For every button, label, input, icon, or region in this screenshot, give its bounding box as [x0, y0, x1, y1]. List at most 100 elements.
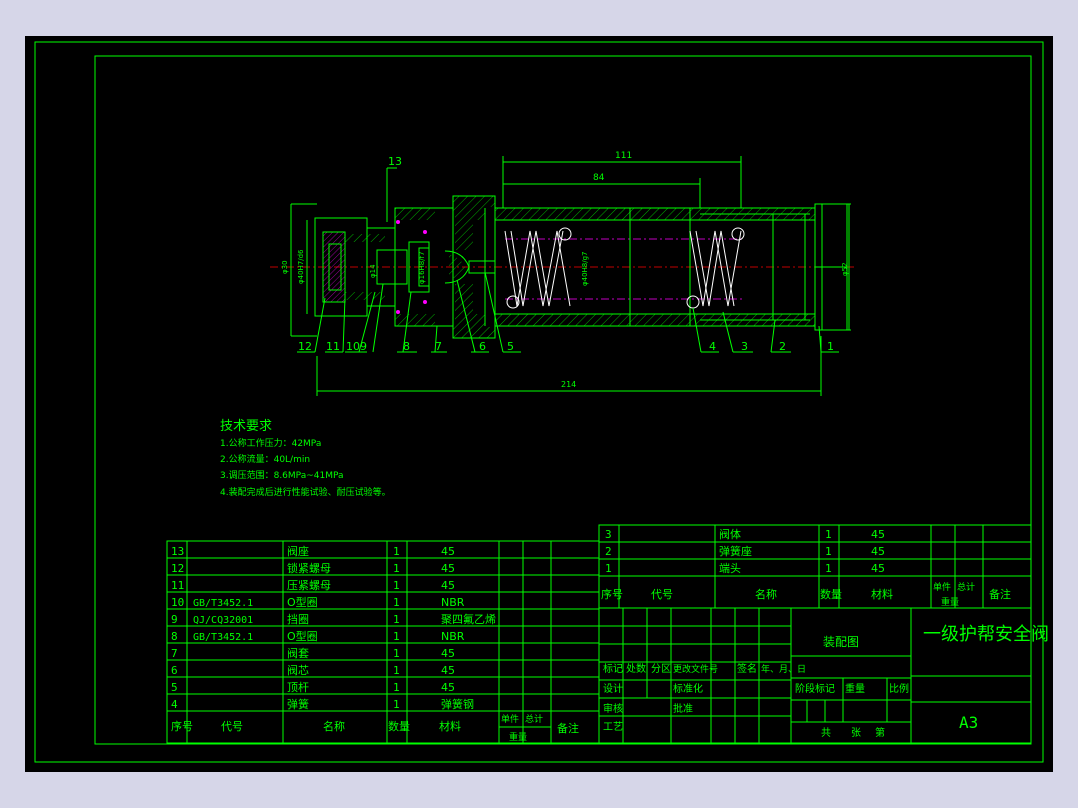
bom-row-no: 9 [171, 613, 178, 626]
balloon-13: 13 [388, 155, 402, 168]
bomr-hdr-remark: 备注 [989, 587, 1011, 601]
bom-row-material: 45 [441, 681, 455, 694]
bomr-row-material: 45 [871, 528, 885, 541]
balloon-9: 9 [360, 340, 367, 353]
tb-signature: 签名 [737, 662, 757, 675]
bom-row-no: 12 [171, 562, 184, 575]
bom-row-qty: 1 [393, 545, 400, 558]
tb-standardize: 标准化 [673, 682, 703, 695]
balloon-3: 3 [741, 340, 748, 353]
bom-row-qty: 1 [393, 681, 400, 694]
drawing-title: 一级护帮安全阀 [923, 624, 1049, 645]
bom-hdr-code: 代号 [221, 720, 243, 733]
bom-row-material: 45 [441, 545, 455, 558]
bom-row-qty: 1 [393, 562, 400, 575]
bom-left-rows: 13 阀座 1 4512 锁紧螺母 1 4511 压紧螺母 1 4510 GB/T3452.1 O型圈… [171, 544, 496, 711]
bom-row-material: 弹簧钢 [441, 697, 474, 711]
bom-row-material: 45 [441, 562, 455, 575]
bomr-row-name: 弹簧座 [719, 544, 752, 558]
bom-row-name: 弹簧 [287, 697, 309, 711]
bom-row-material: NBR [441, 596, 465, 609]
assembly-label: 装配图 [823, 635, 859, 649]
bomr-hdr-weight: 重量 [941, 596, 959, 608]
tb-approve: 批准 [673, 702, 693, 715]
balloon-1: 1 [827, 340, 834, 353]
bomr-row-no: 3 [605, 528, 612, 541]
tb-count: 处数 [626, 662, 646, 675]
bom-hdr-no: 序号 [171, 719, 193, 733]
bom-right-rows: 3 阀体 1 45 2 弹簧座 1 45 1 端头 1 45 [605, 527, 885, 575]
balloon-4: 4 [709, 340, 716, 353]
bom-row-name: 阀芯 [287, 663, 309, 677]
bom-hdr-unit: 单件 [501, 713, 519, 725]
bomr-row-name: 端头 [719, 562, 741, 575]
bom-row-no: 6 [171, 664, 178, 677]
bom-row-name: O型圈 [287, 595, 318, 609]
bom-row-name: 阀套 [287, 646, 309, 660]
bom-row-name: O型圈 [287, 629, 318, 643]
bomr-row-name: 阀体 [719, 527, 741, 541]
dim-111: 111 [615, 151, 632, 161]
tb-weight: 重量 [845, 682, 865, 695]
bom-hdr-qty: 数量 [388, 720, 410, 733]
bomr-row-material: 45 [871, 562, 885, 575]
sheet-size: A3 [959, 713, 978, 732]
bomr-row-material: 45 [871, 545, 885, 558]
tb-mark: 标记 [603, 663, 623, 675]
bom-row-no: 5 [171, 681, 178, 694]
tech-item-2: 2.公称流量：40L/min [220, 453, 310, 465]
bom-row-no: 10 [171, 596, 184, 609]
dim-dia-thread: φ40H7/d6 [297, 249, 305, 284]
bomr-row-no: 2 [605, 545, 612, 558]
dim-dia-small: φ14 [369, 264, 377, 278]
balloon-10: 10 [346, 340, 360, 353]
bom-row-material: NBR [441, 630, 465, 643]
bom-row-material: 45 [441, 647, 455, 660]
bomr-hdr-material: 材料 [871, 587, 893, 601]
bomr-hdr-qty: 数量 [820, 588, 842, 601]
bom-hdr-remark: 备注 [557, 721, 579, 735]
bom-right-header: 序号 代号 名称 数量 材料 单件 总计 重量 备注 [601, 581, 1011, 608]
title-block: 装配图 一级护帮安全阀 A3 标记 处数 分区 更改文件号 签名 年、月、日 设… [599, 608, 1049, 743]
bom-row-no: 4 [171, 698, 178, 711]
bom-row-code: GB/T3452.1 [193, 632, 253, 643]
bom-row-material: 聚四氟乙烯 [441, 613, 496, 626]
bom-row-name: 阀座 [287, 544, 309, 558]
tb-sheets: 张 [851, 727, 861, 739]
bom-row-no: 13 [171, 545, 184, 558]
dim-dia-seat: φ16H8/f7 [418, 251, 426, 284]
bom-hdr-total: 总计 [525, 713, 543, 725]
bomr-hdr-total: 总计 [957, 581, 975, 593]
balloon-7: 7 [435, 340, 442, 353]
bom-row-qty: 1 [393, 698, 400, 711]
assembly-section-view [270, 195, 855, 339]
bom-hdr-material: 材料 [439, 719, 461, 733]
tb-sheet-no: 第 [875, 726, 885, 739]
bom-hdr-weight: 重量 [509, 731, 527, 743]
bomr-row-qty: 1 [825, 562, 832, 575]
bom-row-code: GB/T3452.1 [193, 598, 253, 609]
balloon-11: 11 [326, 340, 340, 353]
tech-requirements: 技术要求 1.公称工作压力：42MPa 2.公称流量：40L/min 3.调压范… [220, 419, 391, 498]
dim-dia-bore: φ40H8/g7 [581, 252, 589, 287]
balloon-12: 12 [298, 340, 312, 353]
bom-row-qty: 1 [393, 647, 400, 660]
bom-row-no: 11 [171, 579, 184, 592]
bomr-row-qty: 1 [825, 528, 832, 541]
bom-row-name: 顶杆 [287, 680, 309, 694]
bom-row-no: 7 [171, 647, 178, 660]
balloon-2: 2 [779, 340, 786, 353]
bom-row-qty: 1 [393, 613, 400, 626]
balloon-8: 8 [403, 340, 410, 353]
bom-row-material: 45 [441, 579, 455, 592]
tb-stage: 阶段标记 [795, 682, 835, 695]
bom-row-name: 挡圈 [287, 612, 309, 626]
bom-hdr-name: 名称 [323, 719, 345, 733]
tb-scale: 比例 [889, 682, 909, 695]
bomr-hdr-unit: 单件 [933, 581, 951, 593]
bom-row-material: 45 [441, 664, 455, 677]
tech-item-3: 3.调压范围：8.6MPa~41MPa [220, 469, 344, 481]
bomr-hdr-no: 序号 [601, 587, 623, 601]
balloon-6: 6 [479, 340, 486, 353]
dim-214: 214 [561, 380, 576, 389]
